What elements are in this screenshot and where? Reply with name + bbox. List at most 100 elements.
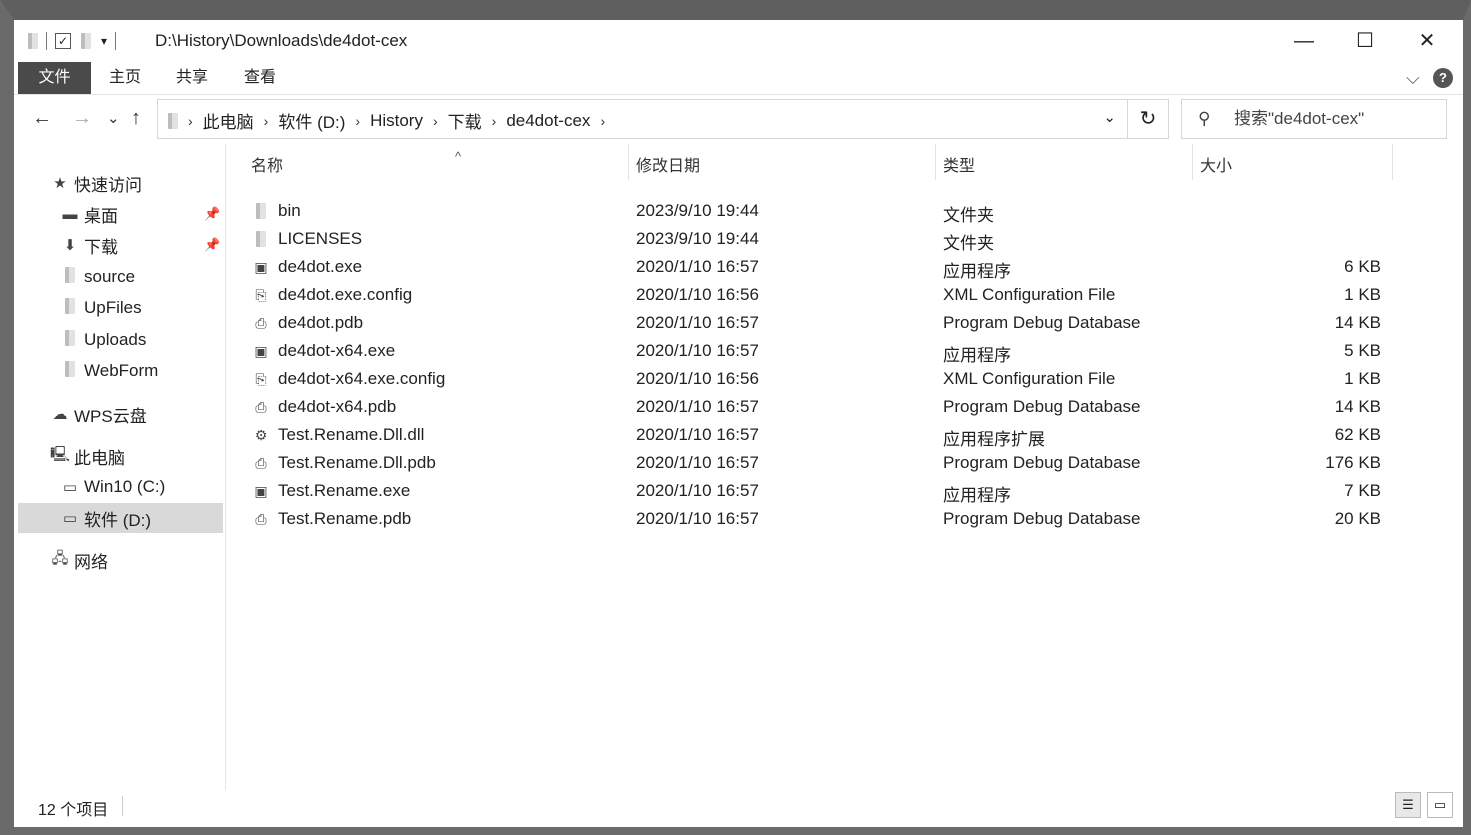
address-bar[interactable]: › 此电脑 › 软件 (D:) › History › 下载 › de4dot-… [157, 99, 1169, 139]
column-header-type[interactable]: 类型 [943, 152, 975, 176]
breadcrumb-item[interactable]: 此电脑 [203, 108, 254, 133]
chevron-right-icon[interactable]: › [188, 113, 193, 129]
file-row[interactable]: ⚙ Test.Rename.Dll.dll 2020/1/10 16:57 应用程序扩… [226, 422, 1463, 450]
sidebar-quick-access[interactable]: ★ 快速访问 [50, 168, 142, 198]
breadcrumb-item[interactable]: History [370, 111, 423, 131]
file-row[interactable]: ⎙ de4dot.pdb 2020/1/10 16:57 Program Debug … [226, 310, 1463, 338]
file-row[interactable]: ⎘ de4dot.exe.config 2020/1/10 16:56 XML Con… [226, 282, 1463, 310]
navigation-bar: ← → ⌄ ↑ › 此电脑 › 软件 (D:) › History › 下载 ›… [14, 99, 1463, 141]
file-name: de4dot-x64.pdb [278, 397, 397, 416]
new-folder-icon[interactable] [81, 33, 91, 49]
chevron-right-icon[interactable]: › [433, 113, 438, 129]
exe-icon: ▣ [254, 483, 268, 499]
file-modified-date: 2020/1/10 16:57 [636, 397, 759, 416]
customize-toolbar-icon[interactable]: ▾ [101, 34, 107, 48]
network-icon: 🖧 [51, 549, 69, 567]
maximize-button[interactable]: ☐ [1342, 26, 1388, 56]
file-type: Program Debug Database [943, 397, 1141, 416]
column-divider[interactable] [1392, 144, 1393, 180]
sidebar-item-source[interactable]: source [60, 262, 135, 292]
sidebar-item-uploads[interactable]: Uploads [60, 325, 146, 355]
expand-ribbon-icon[interactable]: ⌵ [1406, 62, 1420, 94]
search-icon: ⚲ [1198, 109, 1211, 128]
file-type: 应用程序 [943, 262, 1011, 281]
config-icon: ⎘ [255, 371, 267, 387]
back-button[interactable]: ← [32, 107, 52, 130]
sidebar-item-downloads[interactable]: ⬇ 下载 📌 [60, 230, 225, 260]
sidebar-item-label: 下载 [84, 237, 118, 257]
config-icon: ⎘ [255, 287, 267, 303]
up-button[interactable]: ↑ [131, 107, 141, 130]
sidebar-item-webform[interactable]: WebForm [60, 356, 158, 386]
sidebar-item-upfiles[interactable]: UpFiles [60, 293, 142, 323]
file-type: 应用程序扩展 [943, 430, 1045, 449]
column-divider[interactable] [628, 144, 629, 180]
folder-icon [60, 267, 80, 287]
details-view-button[interactable]: ☰ [1395, 792, 1421, 818]
file-size: 14 KB [1334, 313, 1381, 332]
sidebar-network[interactable]: 🖧 网络 [50, 545, 108, 575]
sidebar-item-drive-c[interactable]: ▭ Win10 (C:) [60, 472, 165, 502]
file-row[interactable]: ▣ de4dot-x64.exe 2020/1/10 16:57 应用程序 5 KB [226, 338, 1463, 366]
file-size: 20 KB [1334, 509, 1381, 528]
folder-icon [60, 330, 80, 350]
refresh-button[interactable]: ↻ [1127, 100, 1168, 138]
file-name: Test.Rename.pdb [278, 509, 412, 528]
sidebar-wps-cloud[interactable]: ☁ WPS云盘 [50, 399, 147, 429]
help-icon[interactable]: ? [1433, 68, 1453, 88]
tab-share[interactable]: 共享 [176, 62, 208, 94]
column-header-size[interactable]: 大小 [1200, 152, 1232, 176]
file-row[interactable]: ▣ de4dot.exe 2020/1/10 16:57 应用程序 6 KB [226, 254, 1463, 282]
column-header-label: 名称 [251, 158, 284, 175]
sidebar-this-pc[interactable]: 🖳 此电脑 [50, 441, 125, 471]
sidebar-item-desktop[interactable]: ▬ 桌面 📌 [60, 199, 225, 229]
column-divider[interactable] [1192, 144, 1193, 180]
column-divider[interactable] [935, 144, 936, 180]
sort-ascending-icon: ^ [455, 149, 462, 164]
dll-icon: ⚙ [254, 427, 268, 443]
file-row[interactable]: ⎙ Test.Rename.Dll.pdb 2020/1/10 16:57 Progr… [226, 450, 1463, 478]
file-row[interactable]: ▣ Test.Rename.exe 2020/1/10 16:57 应用程序 7 KB [226, 478, 1463, 506]
forward-button[interactable]: → [72, 107, 92, 130]
file-row[interactable]: LICENSES 2023/9/10 19:44 文件夹 [226, 226, 1463, 254]
file-name: de4dot.exe [278, 257, 363, 276]
chevron-right-icon[interactable]: › [600, 113, 605, 129]
large-icons-view-button[interactable]: ▭ [1427, 792, 1453, 818]
tab-view[interactable]: 查看 [244, 62, 276, 94]
column-header-name[interactable]: 名称 ^ [251, 149, 461, 176]
file-modified-date: 2020/1/10 16:57 [636, 453, 759, 472]
file-row[interactable]: ⎘ de4dot-x64.exe.config 2020/1/10 16:56 XML… [226, 366, 1463, 394]
chevron-right-icon[interactable]: › [264, 113, 269, 129]
file-modified-date: 2020/1/10 16:57 [636, 425, 759, 444]
search-box[interactable]: ⚲ [1181, 99, 1447, 139]
file-modified-date: 2023/9/10 19:44 [636, 229, 759, 248]
breadcrumb-item[interactable]: 软件 (D:) [278, 108, 345, 133]
drive-icon: ▭ [62, 510, 78, 527]
tab-home[interactable]: 主页 [109, 62, 141, 94]
file-row[interactable]: ⎙ de4dot-x64.pdb 2020/1/10 16:57 Program De… [226, 394, 1463, 422]
chevron-right-icon[interactable]: › [492, 113, 497, 129]
tab-file[interactable]: 文件 [18, 62, 91, 94]
column-header-date[interactable]: 修改日期 [636, 152, 700, 176]
file-size: 14 KB [1334, 397, 1381, 416]
chevron-right-icon[interactable]: › [355, 113, 360, 129]
recent-locations-button[interactable]: ⌄ [107, 109, 120, 127]
exe-icon: ▣ [254, 343, 268, 359]
file-row[interactable]: ⎙ Test.Rename.pdb 2020/1/10 16:57 Program D… [226, 506, 1463, 534]
file-name: de4dot.exe.config [278, 285, 413, 304]
pin-icon[interactable]: 📌 [204, 237, 220, 253]
file-name: LICENSES [278, 229, 363, 248]
pin-icon[interactable]: 📌 [204, 206, 220, 222]
properties-icon[interactable]: ✓ [55, 33, 71, 49]
file-row[interactable]: bin 2023/9/10 19:44 文件夹 [226, 198, 1463, 226]
window-title: D:\History\Downloads\de4dot-cex [155, 31, 408, 50]
file-modified-date: 2020/1/10 16:56 [636, 369, 759, 388]
cloud-icon: ☁ [52, 406, 68, 423]
breadcrumb-item[interactable]: 下载 [448, 108, 482, 133]
address-history-dropdown[interactable]: ⌄ [1103, 108, 1116, 126]
sidebar-item-drive-d[interactable]: ▭ 软件 (D:) [18, 503, 223, 533]
close-button[interactable]: ✕ [1404, 26, 1450, 56]
breadcrumb-item[interactable]: de4dot-cex [506, 111, 590, 131]
minimize-button[interactable]: — [1281, 26, 1327, 56]
search-input[interactable] [1232, 108, 1436, 130]
